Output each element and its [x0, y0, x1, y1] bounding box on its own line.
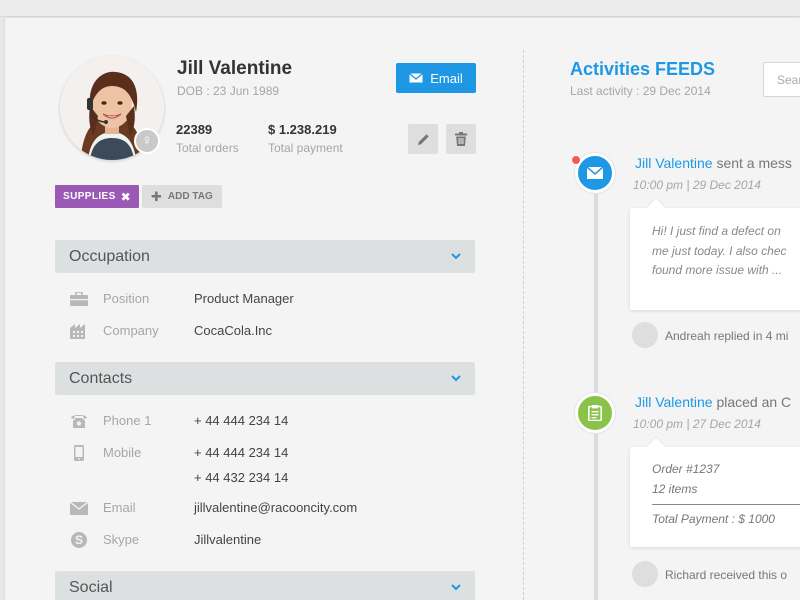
email-value[interactable]: jillvalentine@racooncity.com [194, 500, 357, 515]
feed-title: Activities FEEDS [570, 59, 716, 79]
feed-time: 10:00 pm | 29 Dec 2014 [633, 178, 761, 192]
email-button[interactable]: Email [396, 63, 476, 93]
chevron-down-icon [451, 253, 461, 260]
building-icon [69, 322, 89, 340]
briefcase-icon [69, 290, 89, 308]
section-social-header[interactable]: Social [55, 571, 475, 600]
total-payment-value: $ 1.238.219 [268, 122, 337, 137]
email-label: Email [103, 500, 136, 515]
order-items: 12 items [652, 482, 698, 496]
trash-icon [455, 132, 467, 146]
chevron-down-icon [451, 375, 461, 382]
svg-text:S: S [75, 533, 83, 547]
envelope-icon [587, 167, 603, 179]
message-line: me just today. I also chec [652, 243, 787, 258]
total-orders-label: Total orders [176, 141, 239, 155]
section-title: Social [69, 578, 113, 596]
envelope-icon [69, 499, 89, 517]
add-tag-label: ADD TAG [167, 191, 213, 202]
clipboard-icon [588, 405, 602, 421]
reply-text: Richard received this o [665, 568, 788, 582]
position-label: Position [103, 291, 150, 306]
message-card[interactable]: Hi! I just find a defect on me just toda… [630, 208, 800, 310]
mobile-value-2[interactable]: + 44 432 234 14 [194, 470, 288, 485]
window-top-bar [0, 0, 800, 17]
message-preview: Hi! I just find a defect on me just toda… [630, 208, 800, 281]
company-value: CocaCola.Inc [194, 323, 273, 338]
mobile-label: Mobile [103, 445, 142, 460]
pencil-icon [417, 133, 429, 145]
feed-item-heading: Jill Valentine placed an C [635, 394, 791, 410]
section-contacts-header[interactable]: Contacts [55, 362, 475, 395]
avatar[interactable] [632, 322, 658, 348]
notification-dot [571, 155, 581, 165]
phone-icon [69, 412, 89, 430]
female-gender-icon: ♀ [134, 128, 160, 154]
column-divider [523, 50, 524, 600]
message-line: Hi! I just find a defect on [652, 224, 781, 238]
delete-button[interactable] [446, 124, 476, 154]
plus-icon: ✚ [151, 188, 162, 204]
feed-user-link[interactable]: Jill Valentine [635, 155, 713, 171]
total-payment-label: Total payment [268, 141, 343, 155]
add-tag-button[interactable]: ✚ ADD TAG [142, 185, 222, 208]
profile-panel: ♀ Jill Valentine DOB : 23 Jun 1989 22389… [5, 18, 800, 600]
section-occupation-header[interactable]: Occupation [55, 240, 475, 273]
section-title: Contacts [69, 369, 133, 387]
feed-action: sent a mess [716, 155, 792, 171]
order-divider [652, 504, 800, 505]
feed-item-heading: Jill Valentine sent a mess [635, 155, 792, 171]
envelope-icon [409, 73, 424, 83]
skype-icon: S [69, 531, 89, 549]
message-line: found more issue with ... [652, 263, 783, 277]
mobile-value[interactable]: + 44 444 234 14 [194, 445, 288, 460]
position-value: Product Manager [194, 291, 294, 306]
profile-name: Jill Valentine [177, 58, 293, 79]
chevron-down-icon [451, 584, 461, 591]
tag-supplies[interactable]: SUPPLIES ✖ [55, 185, 140, 208]
mobile-icon [69, 444, 89, 462]
skype-value[interactable]: Jillvalentine [194, 532, 261, 547]
company-label: Company [103, 323, 159, 338]
skype-label: Skype [103, 532, 140, 547]
feed-order-icon[interactable] [575, 393, 615, 433]
phone1-label: Phone 1 [103, 413, 152, 428]
profile-dob: DOB : 23 Jun 1989 [177, 84, 280, 98]
close-icon[interactable]: ✖ [121, 191, 131, 203]
total-orders-value: 22389 [176, 122, 213, 137]
section-title: Occupation [69, 247, 150, 265]
order-card[interactable]: Order #1237 12 items Total Payment : $ 1… [630, 447, 800, 547]
feed-action: placed an C [716, 394, 792, 410]
feed-message-icon[interactable] [575, 153, 615, 193]
edit-button[interactable] [408, 124, 438, 154]
order-number: Order #1237 [652, 462, 720, 476]
search-input[interactable]: Sear [763, 62, 800, 97]
tag-label: SUPPLIES [63, 191, 116, 202]
avatar[interactable] [632, 561, 658, 587]
email-button-label: Email [430, 70, 463, 86]
reply-text: Andreah replied in 4 mi [665, 329, 789, 343]
phone1-value[interactable]: + 44 444 234 14 [194, 413, 288, 428]
last-activity: Last activity : 29 Dec 2014 [570, 84, 711, 98]
order-total: Total Payment : $ 1000 [652, 512, 775, 526]
feed-time: 10:00 pm | 27 Dec 2014 [633, 417, 761, 431]
feed-user-link[interactable]: Jill Valentine [635, 394, 713, 410]
